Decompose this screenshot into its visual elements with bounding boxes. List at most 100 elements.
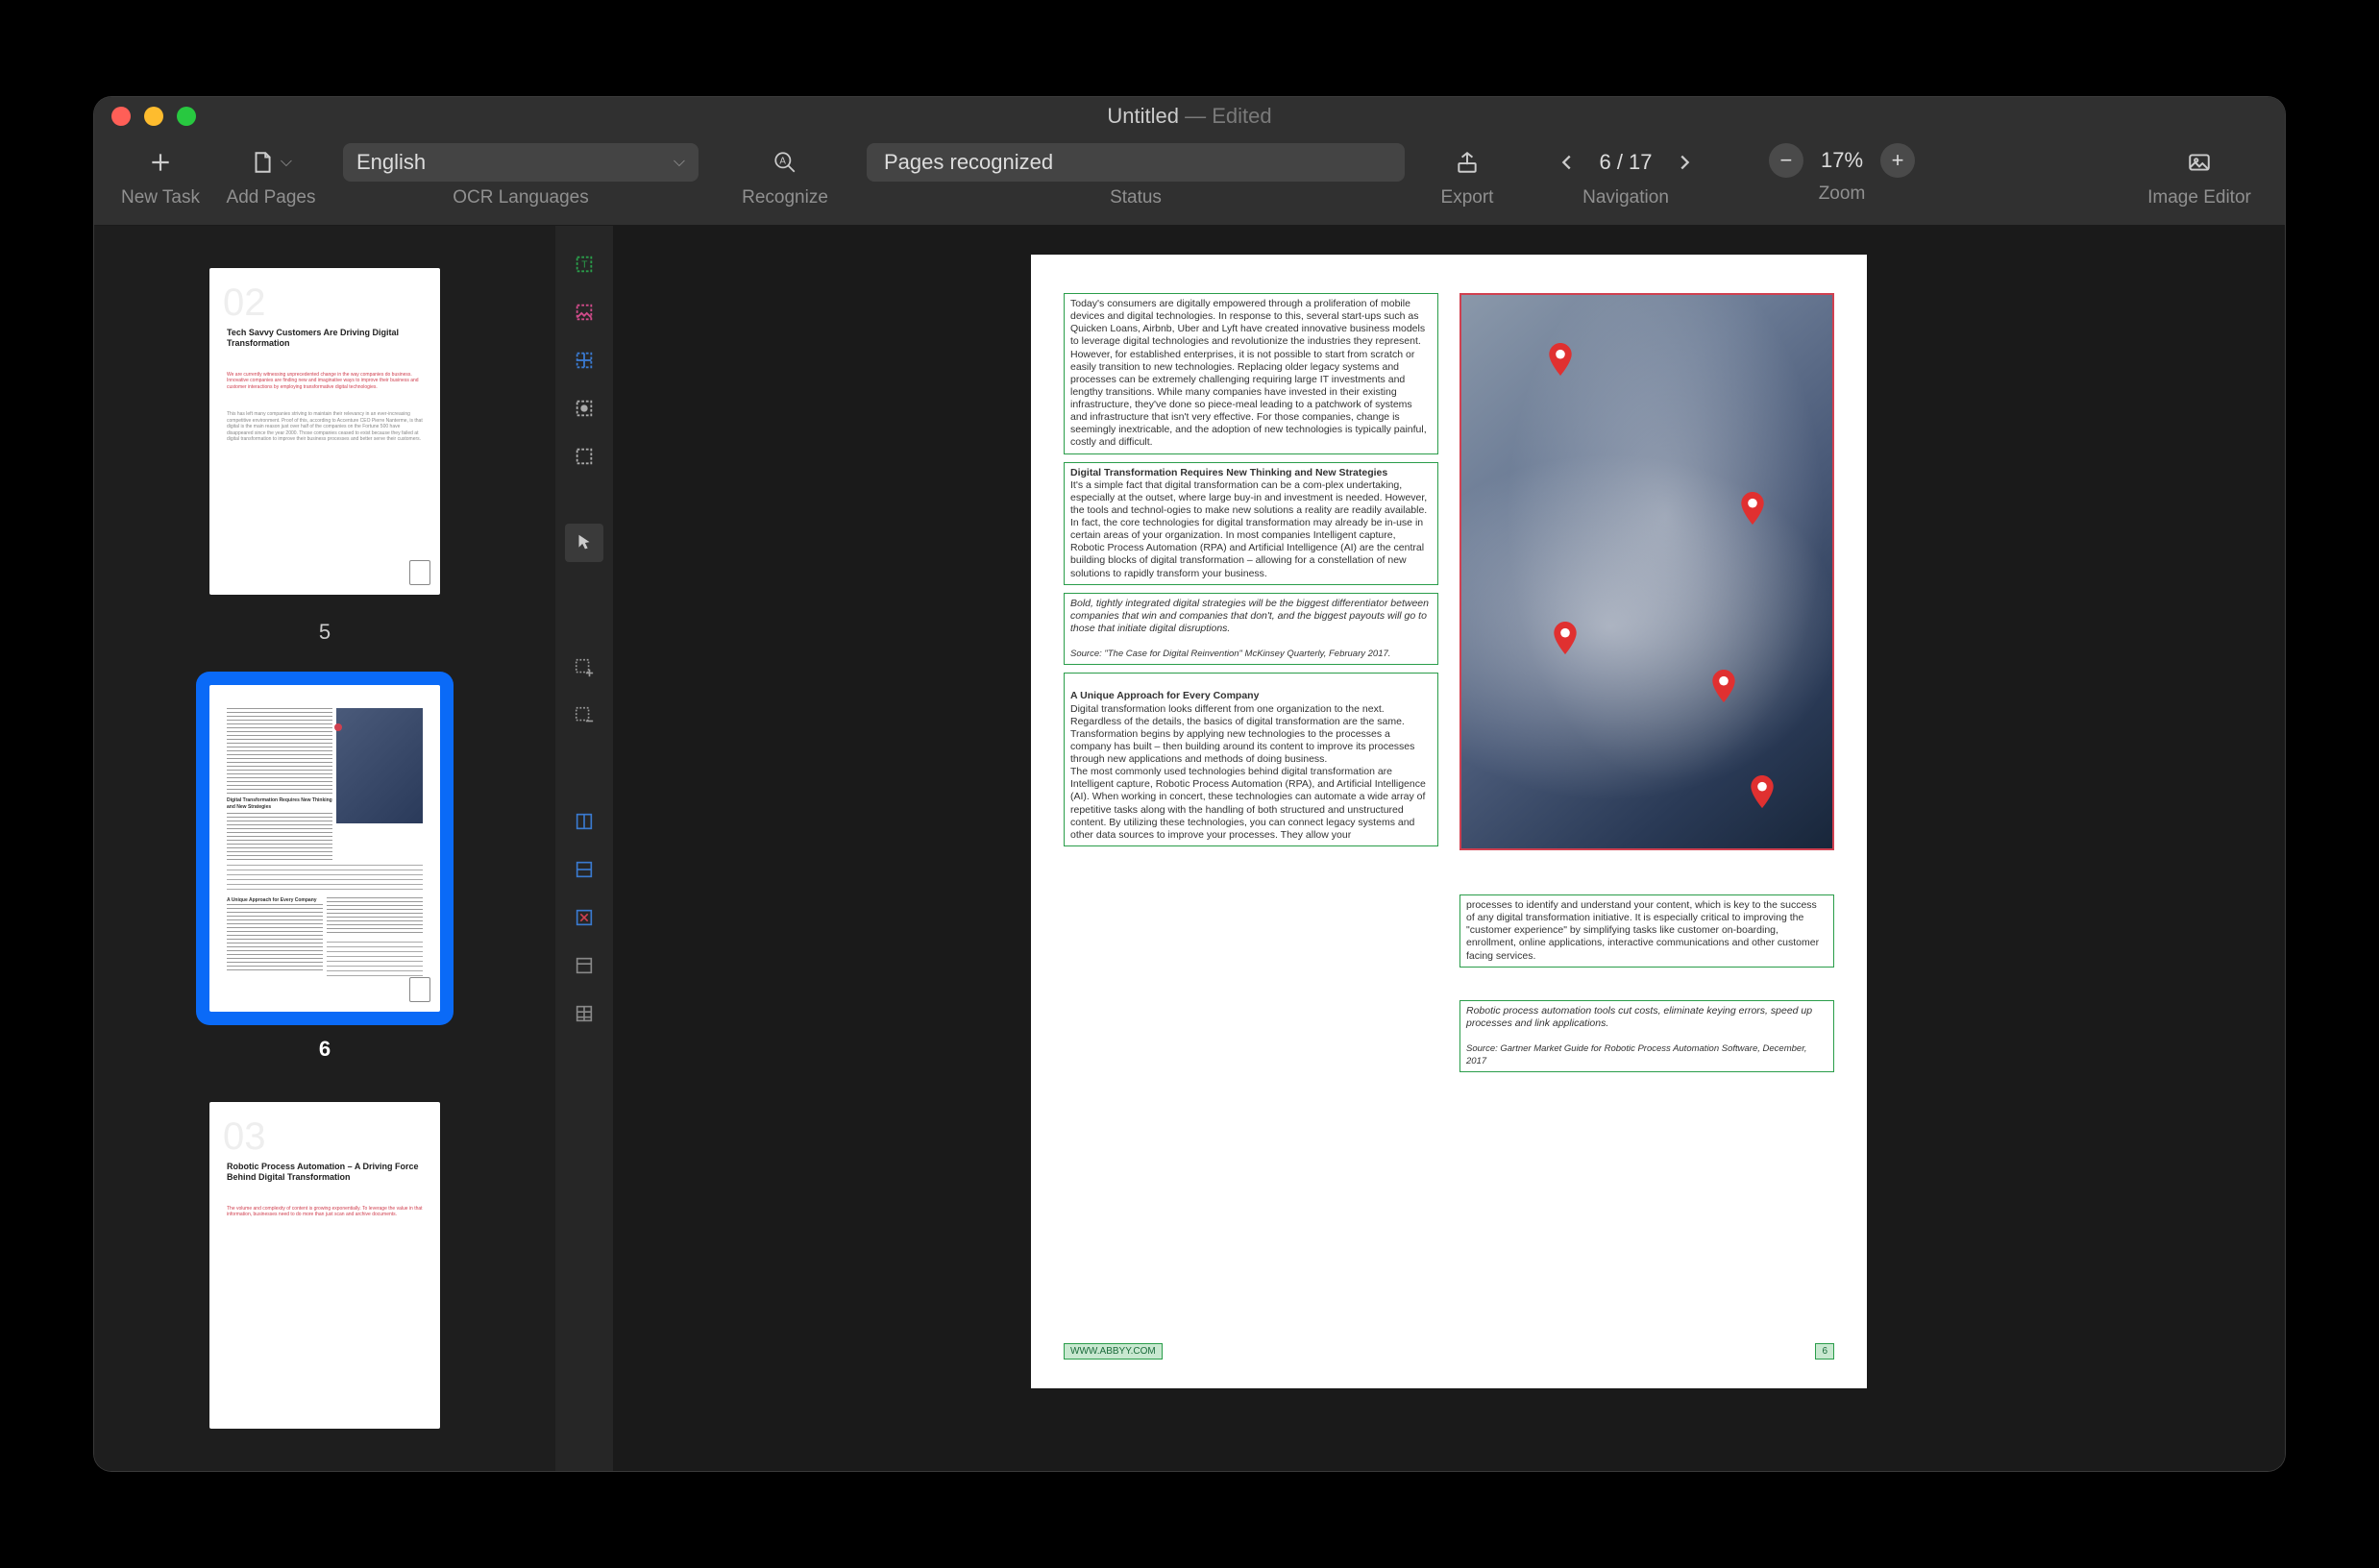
table-horizontal-icon bbox=[574, 859, 595, 880]
thumbnail-number: 5 bbox=[319, 620, 331, 645]
text-region[interactable]: processes to identify and understand you… bbox=[1459, 894, 1834, 968]
text-region[interactable]: Bold, tightly integrated digital strateg… bbox=[1064, 593, 1438, 666]
remove-area-icon bbox=[574, 705, 595, 726]
status-text: Pages recognized bbox=[884, 150, 1053, 175]
chevron-left-icon bbox=[1557, 152, 1578, 173]
text-region[interactable]: Digital Transformation Requires New Thin… bbox=[1064, 462, 1438, 585]
plus-icon bbox=[148, 150, 173, 175]
plus-icon: + bbox=[1892, 148, 1904, 173]
page-watermark: 02 bbox=[223, 282, 266, 325]
minimize-window-button[interactable] bbox=[144, 107, 163, 126]
new-task-button[interactable] bbox=[137, 143, 184, 182]
table-merge-tool[interactable] bbox=[565, 946, 603, 985]
text-region-tool[interactable]: T bbox=[565, 245, 603, 283]
page-type-icon bbox=[409, 560, 430, 585]
export-button[interactable] bbox=[1444, 143, 1490, 182]
zoom-value[interactable]: 17% bbox=[1803, 148, 1880, 173]
recognize-button[interactable]: A bbox=[762, 143, 808, 182]
document-icon bbox=[250, 150, 275, 175]
thumbnail[interactable]: 02 Tech Savvy Customers Are Driving Digi… bbox=[196, 255, 454, 645]
thumbnail-number: 6 bbox=[319, 1037, 331, 1062]
magnify-a-icon: A bbox=[773, 150, 797, 175]
table-delete-sep-tool[interactable] bbox=[565, 898, 603, 937]
page-type-icon bbox=[409, 977, 430, 1002]
table-add-hsep-tool[interactable] bbox=[565, 850, 603, 889]
add-pages-button[interactable]: ⌵ bbox=[250, 143, 292, 182]
text-region[interactable]: Robotic process automation tools cut cos… bbox=[1459, 1000, 1834, 1073]
background-region-icon bbox=[574, 398, 595, 419]
remove-area-tool[interactable] bbox=[565, 697, 603, 735]
content-area: 02 Tech Savvy Customers Are Driving Digi… bbox=[94, 226, 2285, 1471]
app-window: Untitled — Edited New Task ⌵ Add Pages E… bbox=[94, 97, 2285, 1471]
page-indicator[interactable]: 6 / 17 bbox=[1589, 150, 1661, 175]
image-editor-label: Image Editor bbox=[2147, 187, 2251, 208]
background-region-tool[interactable] bbox=[565, 389, 603, 428]
image-region[interactable] bbox=[1459, 293, 1834, 850]
navigation-label: Navigation bbox=[1582, 187, 1669, 208]
close-window-button[interactable] bbox=[111, 107, 131, 126]
new-task-label: New Task bbox=[121, 187, 200, 208]
export-icon bbox=[1455, 150, 1480, 175]
chevron-down-icon: ⌵ bbox=[281, 154, 292, 171]
table-region-icon bbox=[574, 350, 595, 371]
chevron-right-icon bbox=[1674, 152, 1695, 173]
table-region-tool[interactable] bbox=[565, 341, 603, 380]
text-region-icon: T bbox=[574, 254, 595, 275]
zoom-out-button[interactable]: − bbox=[1769, 143, 1803, 178]
region-tool-rail: T bbox=[555, 226, 613, 1471]
pointer-tool[interactable] bbox=[565, 524, 603, 562]
add-area-tool[interactable] bbox=[565, 649, 603, 687]
table-add-vsep-tool[interactable] bbox=[565, 802, 603, 841]
maximize-window-button[interactable] bbox=[177, 107, 196, 126]
thumb-title: Tech Savvy Customers Are Driving Digital… bbox=[227, 328, 423, 349]
pointer-icon bbox=[574, 532, 595, 553]
export-label: Export bbox=[1441, 187, 1494, 208]
svg-text:A: A bbox=[779, 157, 786, 167]
thumbnails-sidebar[interactable]: 02 Tech Savvy Customers Are Driving Digi… bbox=[94, 226, 555, 1471]
footer-link-region[interactable]: WWW.ABBYY.COM bbox=[1064, 1343, 1163, 1360]
ocr-languages-label: OCR Languages bbox=[453, 187, 589, 208]
document-name: Untitled bbox=[1107, 104, 1179, 128]
thumb-lead: The volume and complexity of content is … bbox=[227, 1206, 423, 1218]
add-area-icon bbox=[574, 657, 595, 678]
zoom-in-button[interactable]: + bbox=[1880, 143, 1915, 178]
titlebar: Untitled — Edited bbox=[94, 97, 2285, 135]
footer-pagenum-region[interactable]: 6 bbox=[1815, 1343, 1834, 1360]
text-region[interactable]: A Unique Approach for Every Company Digi… bbox=[1064, 673, 1438, 846]
minus-icon: − bbox=[1780, 148, 1793, 173]
table-split-icon bbox=[574, 1003, 595, 1024]
modified-indicator: — Edited bbox=[1185, 104, 1272, 128]
page-viewer[interactable]: Today's consumers are digitally empowere… bbox=[613, 226, 2285, 1471]
recognize-region-icon bbox=[574, 446, 595, 467]
add-pages-label: Add Pages bbox=[227, 187, 316, 208]
status-readout: Pages recognized bbox=[867, 143, 1405, 182]
thumb-body: This has left many companies striving to… bbox=[227, 411, 423, 443]
page-canvas[interactable]: Today's consumers are digitally empowere… bbox=[1031, 255, 1867, 1388]
text-region[interactable]: Today's consumers are digitally empowere… bbox=[1064, 293, 1438, 454]
ocr-language-dropdown[interactable]: English ⌵ bbox=[343, 143, 699, 182]
status-label: Status bbox=[1110, 187, 1162, 208]
table-vertical-icon bbox=[574, 811, 595, 832]
svg-text:T: T bbox=[581, 260, 587, 271]
thumb-lead: We are currently witnessing unprecedente… bbox=[227, 372, 423, 391]
thumbnail[interactable]: 03 Robotic Process Automation – A Drivin… bbox=[196, 1089, 454, 1442]
zoom-label: Zoom bbox=[1819, 184, 1866, 205]
prev-page-button[interactable] bbox=[1545, 143, 1589, 182]
image-editor-button[interactable] bbox=[2176, 143, 2222, 182]
table-merge-icon bbox=[574, 955, 595, 976]
recognize-label: Recognize bbox=[742, 187, 828, 208]
recognize-region-tool[interactable] bbox=[565, 437, 603, 476]
toolbar: New Task ⌵ Add Pages English ⌵ OCR Langu… bbox=[94, 135, 2285, 226]
page-watermark: 03 bbox=[223, 1115, 266, 1159]
image-icon bbox=[2187, 150, 2212, 175]
chevron-down-icon: ⌵ bbox=[674, 154, 685, 171]
window-title: Untitled — Edited bbox=[1107, 104, 1271, 129]
next-page-button[interactable] bbox=[1662, 143, 1706, 182]
image-region-tool[interactable] bbox=[565, 293, 603, 331]
ocr-language-value: English bbox=[356, 150, 426, 175]
thumbnail[interactable]: Digital Transformation Requires New Thin… bbox=[196, 672, 454, 1062]
window-controls bbox=[111, 107, 196, 126]
thumb-image bbox=[336, 708, 423, 823]
thumb-title: Robotic Process Automation – A Driving F… bbox=[227, 1162, 423, 1183]
table-split-tool[interactable] bbox=[565, 994, 603, 1033]
